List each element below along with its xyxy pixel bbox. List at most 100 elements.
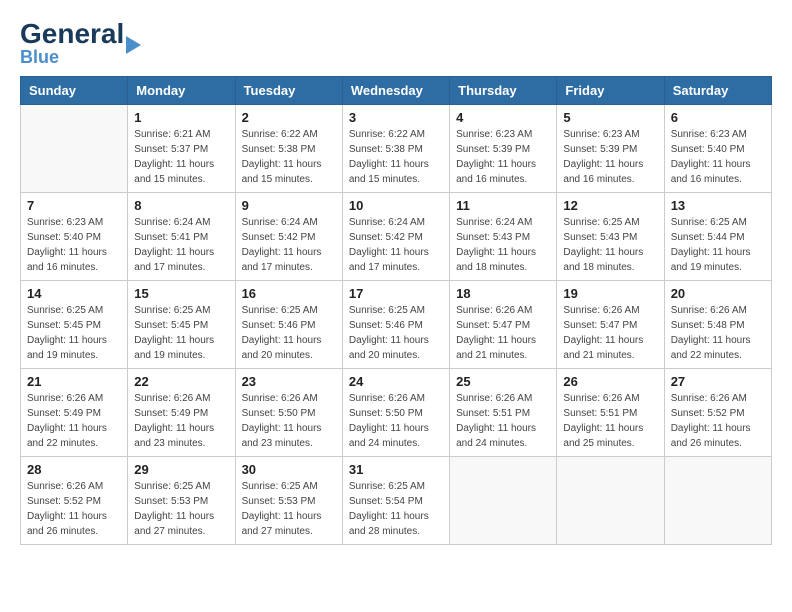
day-number: 17 xyxy=(349,286,443,301)
calendar-cell-w1d4: 11 Sunrise: 6:24 AM Sunset: 5:43 PM Dayli… xyxy=(450,193,557,281)
day-number: 23 xyxy=(242,374,336,389)
day-number: 24 xyxy=(349,374,443,389)
day-info: Sunrise: 6:23 AM Sunset: 5:40 PM Dayligh… xyxy=(27,215,121,275)
logo-blue: Blue xyxy=(20,48,124,66)
calendar-cell-w1d6: 13 Sunrise: 6:25 AM Sunset: 5:44 PM Dayli… xyxy=(664,193,771,281)
day-info: Sunrise: 6:26 AM Sunset: 5:52 PM Dayligh… xyxy=(671,391,765,451)
day-number: 20 xyxy=(671,286,765,301)
day-number: 8 xyxy=(134,198,228,213)
day-info: Sunrise: 6:26 AM Sunset: 5:50 PM Dayligh… xyxy=(242,391,336,451)
calendar-cell-w3d5: 26 Sunrise: 6:26 AM Sunset: 5:51 PM Dayli… xyxy=(557,369,664,457)
calendar-cell-w1d2: 9 Sunrise: 6:24 AM Sunset: 5:42 PM Daylig… xyxy=(235,193,342,281)
calendar-cell-w2d1: 15 Sunrise: 6:25 AM Sunset: 5:45 PM Dayli… xyxy=(128,281,235,369)
calendar-cell-w3d1: 22 Sunrise: 6:26 AM Sunset: 5:49 PM Dayli… xyxy=(128,369,235,457)
calendar-cell-w2d6: 20 Sunrise: 6:26 AM Sunset: 5:48 PM Dayli… xyxy=(664,281,771,369)
day-number: 21 xyxy=(27,374,121,389)
dow-header-friday: Friday xyxy=(557,77,664,105)
logo-arrow-icon xyxy=(126,36,141,54)
day-number: 15 xyxy=(134,286,228,301)
day-number: 26 xyxy=(563,374,657,389)
dow-header-wednesday: Wednesday xyxy=(342,77,449,105)
day-info: Sunrise: 6:25 AM Sunset: 5:45 PM Dayligh… xyxy=(134,303,228,363)
day-info: Sunrise: 6:21 AM Sunset: 5:37 PM Dayligh… xyxy=(134,127,228,187)
calendar-cell-w4d1: 29Sunrise: 6:25 AM Sunset: 5:53 PM Dayli… xyxy=(128,457,235,545)
day-info: Sunrise: 6:26 AM Sunset: 5:47 PM Dayligh… xyxy=(563,303,657,363)
day-number: 27 xyxy=(671,374,765,389)
calendar-cell-w0d5: 5 Sunrise: 6:23 AM Sunset: 5:39 PM Daylig… xyxy=(557,105,664,193)
dow-header-saturday: Saturday xyxy=(664,77,771,105)
calendar-cell-w1d5: 12 Sunrise: 6:25 AM Sunset: 5:43 PM Dayli… xyxy=(557,193,664,281)
calendar-cell-w1d3: 10 Sunrise: 6:24 AM Sunset: 5:42 PM Dayli… xyxy=(342,193,449,281)
day-number: 22 xyxy=(134,374,228,389)
day-info: Sunrise: 6:24 AM Sunset: 5:42 PM Dayligh… xyxy=(349,215,443,275)
day-info: Sunrise: 6:26 AM Sunset: 5:51 PM Dayligh… xyxy=(563,391,657,451)
day-info: Sunrise: 6:26 AM Sunset: 5:51 PM Dayligh… xyxy=(456,391,550,451)
calendar-cell-w4d6 xyxy=(664,457,771,545)
calendar-table: SundayMondayTuesdayWednesdayThursdayFrid… xyxy=(20,76,772,545)
calendar-cell-w1d0: 7 Sunrise: 6:23 AM Sunset: 5:40 PM Daylig… xyxy=(21,193,128,281)
day-number: 25 xyxy=(456,374,550,389)
day-info: Sunrise: 6:25 AM Sunset: 5:53 PM Dayligh… xyxy=(134,479,228,539)
calendar-cell-w4d0: 28Sunrise: 6:26 AM Sunset: 5:52 PM Dayli… xyxy=(21,457,128,545)
day-number: 10 xyxy=(349,198,443,213)
day-number: 14 xyxy=(27,286,121,301)
calendar-cell-w0d1: 1Sunrise: 6:21 AM Sunset: 5:37 PM Daylig… xyxy=(128,105,235,193)
day-info: Sunrise: 6:25 AM Sunset: 5:53 PM Dayligh… xyxy=(242,479,336,539)
day-info: Sunrise: 6:26 AM Sunset: 5:49 PM Dayligh… xyxy=(27,391,121,451)
day-number: 16 xyxy=(242,286,336,301)
day-number: 7 xyxy=(27,198,121,213)
calendar-cell-w0d2: 2 Sunrise: 6:22 AM Sunset: 5:38 PM Daylig… xyxy=(235,105,342,193)
day-number: 4 xyxy=(456,110,550,125)
calendar-cell-w2d4: 18 Sunrise: 6:26 AM Sunset: 5:47 PM Dayli… xyxy=(450,281,557,369)
day-info: Sunrise: 6:26 AM Sunset: 5:52 PM Dayligh… xyxy=(27,479,121,539)
day-info: Sunrise: 6:23 AM Sunset: 5:39 PM Dayligh… xyxy=(563,127,657,187)
day-number: 3 xyxy=(349,110,443,125)
calendar-cell-w0d4: 4Sunrise: 6:23 AM Sunset: 5:39 PM Daylig… xyxy=(450,105,557,193)
day-info: Sunrise: 6:26 AM Sunset: 5:50 PM Dayligh… xyxy=(349,391,443,451)
day-number: 2 xyxy=(242,110,336,125)
calendar-cell-w2d3: 17 Sunrise: 6:25 AM Sunset: 5:46 PM Dayli… xyxy=(342,281,449,369)
day-number: 5 xyxy=(563,110,657,125)
calendar-cell-w0d0 xyxy=(21,105,128,193)
day-number: 12 xyxy=(563,198,657,213)
calendar-cell-w3d6: 27 Sunrise: 6:26 AM Sunset: 5:52 PM Dayli… xyxy=(664,369,771,457)
day-info: Sunrise: 6:22 AM Sunset: 5:38 PM Dayligh… xyxy=(242,127,336,187)
day-info: Sunrise: 6:23 AM Sunset: 5:40 PM Dayligh… xyxy=(671,127,765,187)
day-info: Sunrise: 6:25 AM Sunset: 5:45 PM Dayligh… xyxy=(27,303,121,363)
calendar-cell-w2d5: 19Sunrise: 6:26 AM Sunset: 5:47 PM Dayli… xyxy=(557,281,664,369)
calendar-cell-w2d2: 16 Sunrise: 6:25 AM Sunset: 5:46 PM Dayli… xyxy=(235,281,342,369)
day-info: Sunrise: 6:22 AM Sunset: 5:38 PM Dayligh… xyxy=(349,127,443,187)
calendar-cell-w4d5 xyxy=(557,457,664,545)
day-number: 9 xyxy=(242,198,336,213)
day-number: 30 xyxy=(242,462,336,477)
day-info: Sunrise: 6:25 AM Sunset: 5:46 PM Dayligh… xyxy=(349,303,443,363)
day-info: Sunrise: 6:25 AM Sunset: 5:46 PM Dayligh… xyxy=(242,303,336,363)
day-info: Sunrise: 6:25 AM Sunset: 5:44 PM Dayligh… xyxy=(671,215,765,275)
day-number: 31 xyxy=(349,462,443,477)
day-number: 11 xyxy=(456,198,550,213)
day-info: Sunrise: 6:25 AM Sunset: 5:43 PM Dayligh… xyxy=(563,215,657,275)
calendar-cell-w3d2: 23 Sunrise: 6:26 AM Sunset: 5:50 PM Dayli… xyxy=(235,369,342,457)
day-info: Sunrise: 6:26 AM Sunset: 5:49 PM Dayligh… xyxy=(134,391,228,451)
logo-general: General xyxy=(20,20,124,48)
day-info: Sunrise: 6:24 AM Sunset: 5:43 PM Dayligh… xyxy=(456,215,550,275)
calendar-cell-w0d6: 6 Sunrise: 6:23 AM Sunset: 5:40 PM Daylig… xyxy=(664,105,771,193)
day-info: Sunrise: 6:24 AM Sunset: 5:42 PM Dayligh… xyxy=(242,215,336,275)
dow-header-tuesday: Tuesday xyxy=(235,77,342,105)
day-info: Sunrise: 6:26 AM Sunset: 5:47 PM Dayligh… xyxy=(456,303,550,363)
day-number: 13 xyxy=(671,198,765,213)
page-header: General Blue xyxy=(20,20,772,66)
dow-header-sunday: Sunday xyxy=(21,77,128,105)
calendar-cell-w4d4 xyxy=(450,457,557,545)
calendar-cell-w3d3: 24 Sunrise: 6:26 AM Sunset: 5:50 PM Dayli… xyxy=(342,369,449,457)
calendar-cell-w3d0: 21 Sunrise: 6:26 AM Sunset: 5:49 PM Dayli… xyxy=(21,369,128,457)
day-number: 6 xyxy=(671,110,765,125)
day-info: Sunrise: 6:24 AM Sunset: 5:41 PM Dayligh… xyxy=(134,215,228,275)
day-info: Sunrise: 6:25 AM Sunset: 5:54 PM Dayligh… xyxy=(349,479,443,539)
dow-header-monday: Monday xyxy=(128,77,235,105)
calendar-cell-w2d0: 14 Sunrise: 6:25 AM Sunset: 5:45 PM Dayli… xyxy=(21,281,128,369)
day-info: Sunrise: 6:26 AM Sunset: 5:48 PM Dayligh… xyxy=(671,303,765,363)
day-number: 18 xyxy=(456,286,550,301)
calendar-cell-w1d1: 8 Sunrise: 6:24 AM Sunset: 5:41 PM Daylig… xyxy=(128,193,235,281)
calendar-cell-w4d2: 30 Sunrise: 6:25 AM Sunset: 5:53 PM Dayli… xyxy=(235,457,342,545)
